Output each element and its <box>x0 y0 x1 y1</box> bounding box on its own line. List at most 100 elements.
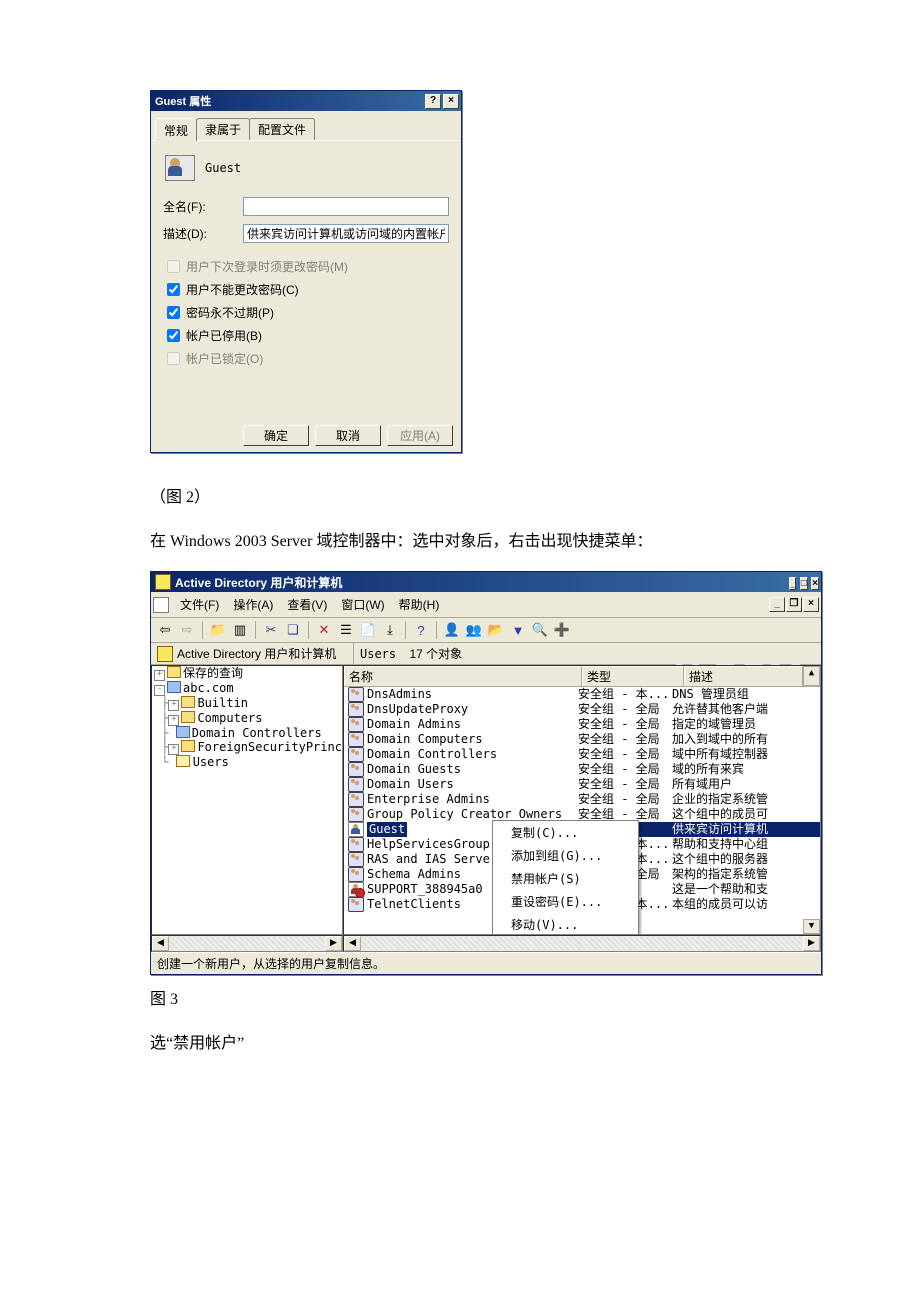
chk-account-disabled-box[interactable] <box>167 329 180 342</box>
menu-help[interactable]: 帮助(H) <box>392 594 447 615</box>
scroll-left-button[interactable]: ◀ <box>344 936 361 951</box>
list-row[interactable]: Domain Controllers安全组 - 全局域中所有域控制器 <box>344 747 820 762</box>
container-name: Users <box>360 647 396 661</box>
tab-member-of[interactable]: 隶属于 <box>196 118 250 140</box>
properties-icon[interactable]: ☰ <box>336 620 356 640</box>
list-row[interactable]: Domain Computers安全组 - 全局加入到域中的所有 <box>344 732 820 747</box>
help-button[interactable]: ? <box>425 94 441 109</box>
user-icon <box>165 155 195 181</box>
mmc-app-icon <box>155 574 171 590</box>
scroll-up-button[interactable]: ▲ <box>803 666 820 686</box>
mmc-menubar: 文件(F) 操作(A) 查看(V) 窗口(W) 帮助(H) _ ❐ × <box>151 592 821 618</box>
tree-users[interactable]: Users <box>192 755 230 769</box>
chk-pw-never-expires[interactable]: 密码永不过期(P) <box>161 301 451 324</box>
tree-fsp[interactable]: ForeignSecurityPrincipal <box>197 740 343 754</box>
tree-saved-queries[interactable]: 保存的查询 <box>183 666 243 680</box>
delete-icon[interactable]: ✕ <box>314 620 334 640</box>
up-icon[interactable]: 📁 <box>208 620 228 640</box>
list-row[interactable]: Enterprise Admins安全组 - 全局企业的指定系统管 <box>344 792 820 807</box>
list-row[interactable]: DnsUpdateProxy安全组 - 全局允许替其他客户端 <box>344 702 820 717</box>
chk-cannot-change-pw[interactable]: 用户不能更改密码(C) <box>161 278 451 301</box>
col-type[interactable]: 类型 <box>582 666 684 686</box>
chk-cannot-change-pw-box[interactable] <box>167 283 180 296</box>
fullname-label: 全名(F): <box>163 198 243 215</box>
scroll-right-button[interactable]: ▶ <box>325 936 342 951</box>
tree-domain-controllers[interactable]: Domain Controllers <box>192 726 322 740</box>
chk-pw-never-expires-box[interactable] <box>167 306 180 319</box>
col-name[interactable]: 名称 <box>344 666 582 686</box>
tree-hscroll[interactable]: ◀ ▶ <box>151 935 343 952</box>
context-menu: 复制(C)... 添加到组(G)... 禁用帐户(S) 重设密码(E)... 移… <box>492 820 639 935</box>
row-name: DnsUpdateProxy <box>367 702 468 717</box>
col-description[interactable]: 描述 <box>684 666 803 686</box>
list-row[interactable]: Domain Guests安全组 - 全局域的所有来宾 <box>344 762 820 777</box>
fullname-input[interactable] <box>243 197 449 216</box>
row-name: DnsAdmins <box>367 687 432 702</box>
mmc-title: Active Directory 用户和计算机 <box>175 574 342 591</box>
close-button[interactable]: × <box>811 577 819 590</box>
cancel-button[interactable]: 取消 <box>315 425 381 446</box>
group-icon <box>348 717 364 732</box>
add-to-group-icon[interactable]: ➕ <box>552 620 572 640</box>
description-input[interactable] <box>243 224 449 243</box>
copy-icon[interactable]: ❏ <box>283 620 303 640</box>
chk-account-disabled[interactable]: 帐户已停用(B) <box>161 324 451 347</box>
find-icon[interactable]: 🔍 <box>530 620 550 640</box>
row-name: Enterprise Admins <box>367 792 490 807</box>
list-row[interactable]: Domain Admins安全组 - 全局指定的域管理员 <box>344 717 820 732</box>
row-description: 本组的成员可以访 <box>672 897 820 912</box>
mmc-titlebar[interactable]: Active Directory 用户和计算机 _ □ × <box>151 572 821 592</box>
cut-icon[interactable]: ✂ <box>261 620 281 640</box>
menu-file[interactable]: 文件(F) <box>173 594 226 615</box>
group-icon <box>348 687 364 702</box>
ctx-move[interactable]: 移动(V)... <box>493 913 638 935</box>
export-icon[interactable]: ⤓ <box>380 620 400 640</box>
tree-panel[interactable]: +保存的查询 -abc.com ├+Builtin ├+Computers ├ … <box>151 665 343 935</box>
ok-button[interactable]: 确定 <box>243 425 309 446</box>
dialog-titlebar[interactable]: Guest 属性 ? × <box>151 91 461 111</box>
filter-icon[interactable]: ▼ <box>508 620 528 640</box>
new-ou-icon[interactable]: 📂 <box>486 620 506 640</box>
help-icon[interactable]: ? <box>411 620 431 640</box>
tab-profile[interactable]: 配置文件 <box>249 118 315 140</box>
ctx-add-to-group[interactable]: 添加到组(G)... <box>493 844 638 867</box>
list-panel[interactable]: 名称 类型 描述 ▲ DnsAdmins安全组 - 本...DNS 管理员组Dn… <box>343 665 821 935</box>
tab-general[interactable]: 常规 <box>155 118 197 141</box>
figure-3-caption: 图 3 <box>150 985 770 1009</box>
minimize-button[interactable]: _ <box>789 577 797 590</box>
tree-computers[interactable]: Computers <box>197 711 262 725</box>
chk-account-locked: 帐户已锁定(O) <box>161 347 451 370</box>
row-type: 安全组 - 全局 <box>578 792 672 807</box>
ctx-reset-password[interactable]: 重设密码(E)... <box>493 890 638 913</box>
row-name: Domain Users <box>367 777 454 792</box>
refresh-icon[interactable]: 📄 <box>358 620 378 640</box>
mmc-window: Active Directory 用户和计算机 _ □ × 文件(F) 操作(A… <box>150 571 822 975</box>
guest-properties-dialog: Guest 属性 ? × 常规 隶属于 配置文件 Guest 全名(F): <box>150 90 462 453</box>
menu-window[interactable]: 窗口(W) <box>334 594 391 615</box>
new-group-icon[interactable]: 👥 <box>464 620 484 640</box>
mdi-close-button[interactable]: × <box>803 597 819 612</box>
tree-builtin[interactable]: Builtin <box>197 696 248 710</box>
menu-action[interactable]: 操作(A) <box>226 594 280 615</box>
tree-domain[interactable]: abc.com <box>183 681 234 695</box>
new-user-icon[interactable]: 👤 <box>442 620 462 640</box>
show-hide-tree-icon[interactable]: ▥ <box>230 620 250 640</box>
back-icon[interactable]: ⇦ <box>155 620 175 640</box>
maximize-button[interactable]: □ <box>800 577 808 590</box>
figure-2-caption: （图 2） <box>150 483 770 507</box>
close-button[interactable]: × <box>443 94 459 109</box>
menu-view[interactable]: 查看(V) <box>280 594 334 615</box>
scroll-left-button[interactable]: ◀ <box>152 936 169 951</box>
list-row[interactable]: Domain Users安全组 - 全局所有域用户 <box>344 777 820 792</box>
ctx-copy[interactable]: 复制(C)... <box>493 821 638 844</box>
mdi-minimize-button[interactable]: _ <box>769 597 785 612</box>
scroll-down-button[interactable]: ▼ <box>803 919 820 934</box>
list-hscroll[interactable]: ◀ ▶ <box>343 935 821 952</box>
row-description: 架构的指定系统管 <box>672 867 820 882</box>
mdi-restore-button[interactable]: ❐ <box>786 597 802 612</box>
list-row[interactable]: DnsAdmins安全组 - 本...DNS 管理员组 <box>344 687 820 702</box>
forward-icon[interactable]: ⇨ <box>177 620 197 640</box>
mmc-console-icon[interactable] <box>153 597 169 613</box>
ctx-disable-account[interactable]: 禁用帐户(S) <box>493 867 638 890</box>
scroll-right-button[interactable]: ▶ <box>803 936 820 951</box>
